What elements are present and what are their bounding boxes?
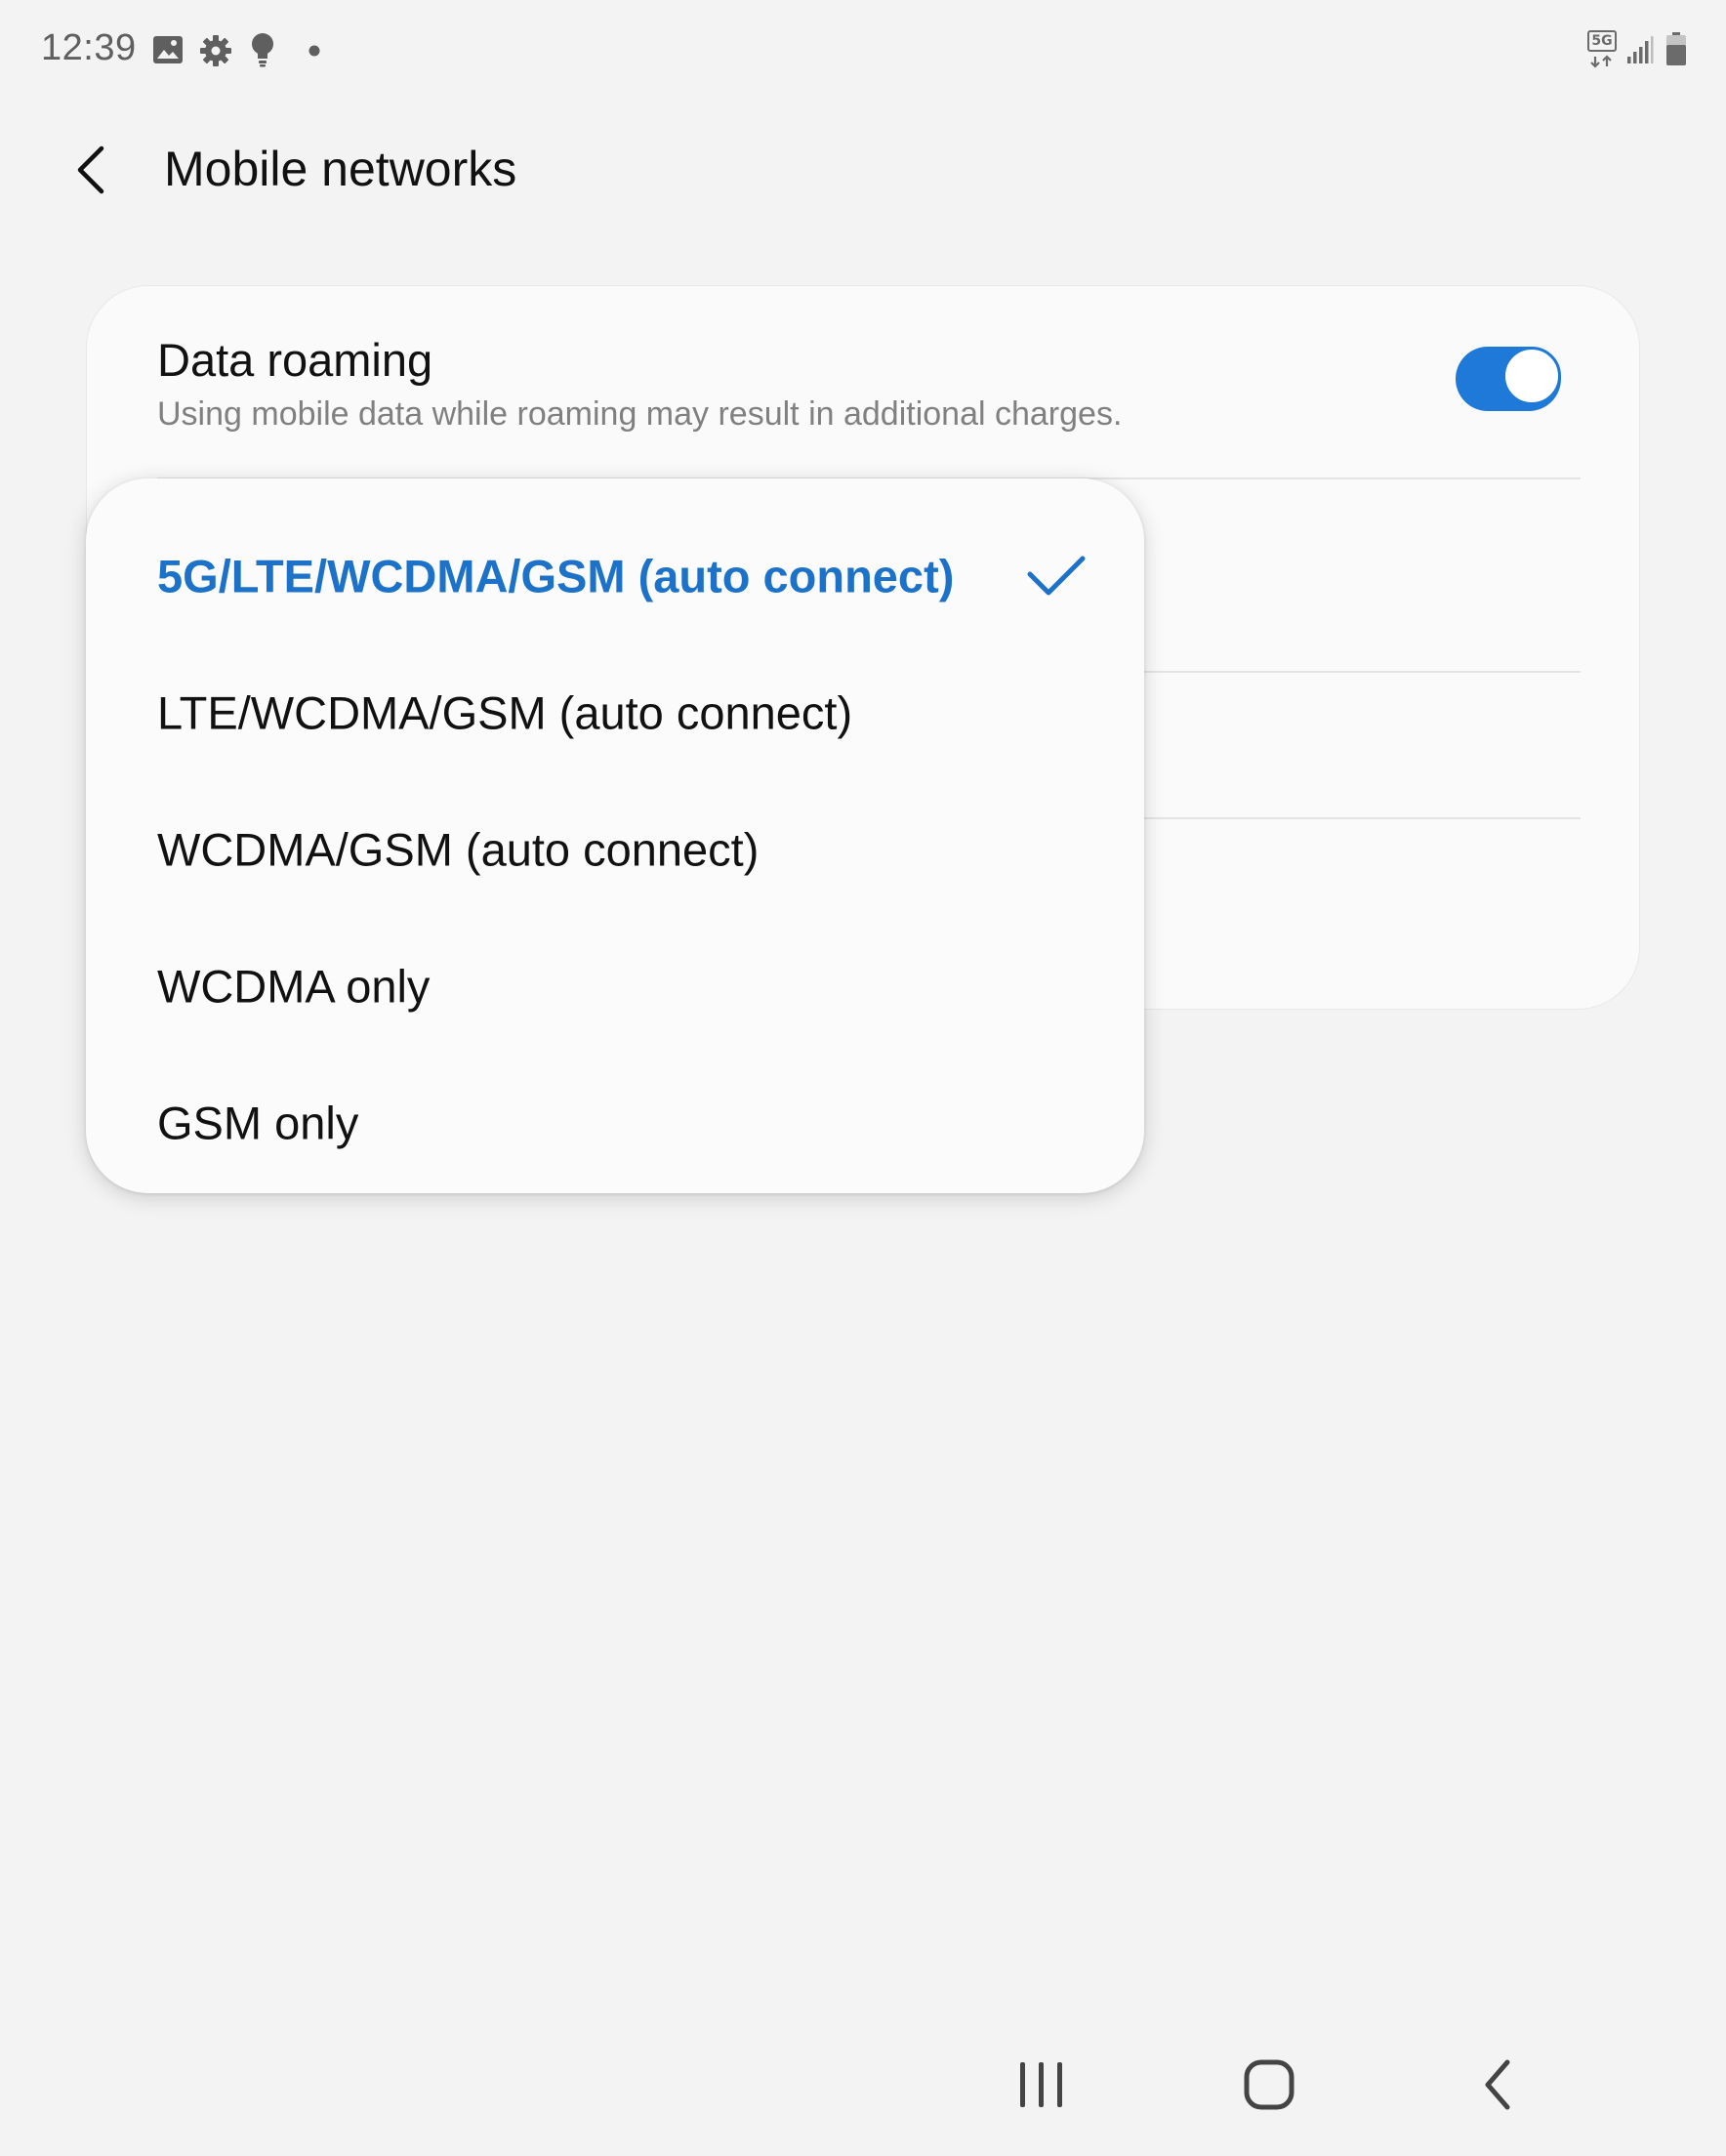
back-button[interactable] [68, 139, 117, 201]
toggle-knob [1502, 347, 1561, 405]
network-mode-option-wcdma-gsm[interactable]: WCDMA/GSM (auto connect) [86, 781, 1144, 918]
home-button[interactable] [1220, 2051, 1318, 2119]
recent-apps-icon [1020, 2062, 1062, 2107]
nav-back-button[interactable] [1449, 2051, 1546, 2119]
back-icon [1485, 2059, 1510, 2110]
back-arrow-icon [77, 145, 104, 194]
data-roaming-summary: Using mobile data while roaming may resu… [157, 395, 1123, 433]
network-mode-option-5g-lte-wcdma-gsm[interactable]: 5G/LTE/WCDMA/GSM (auto connect) [86, 508, 1144, 644]
option-label: 5G/LTE/WCDMA/GSM (auto connect) [157, 550, 955, 602]
option-label: LTE/WCDMA/GSM (auto connect) [157, 686, 853, 739]
option-label: GSM only [157, 1097, 359, 1149]
bulb-icon [252, 33, 273, 67]
home-icon [1244, 2059, 1294, 2110]
settings-gear-icon [200, 35, 231, 66]
gallery-icon [153, 36, 183, 63]
status-bar: 12:39 5G [0, 0, 1726, 102]
network-type-label: 5G [1591, 33, 1613, 49]
status-time: 12:39 [41, 27, 137, 68]
network-mode-option-gsm-only[interactable]: GSM only [86, 1055, 1144, 1191]
network-mode-option-wcdma-only[interactable]: WCDMA only [86, 918, 1144, 1055]
option-label: WCDMA/GSM (auto connect) [157, 823, 760, 876]
option-label: WCDMA only [157, 960, 431, 1013]
network-mode-option-lte-wcdma-gsm[interactable]: LTE/WCDMA/GSM (auto connect) [86, 644, 1144, 781]
data-roaming-row[interactable]: Data roaming Using mobile data while roa… [87, 286, 1639, 477]
page-title: Mobile networks [164, 142, 517, 196]
network-mode-popup: 5G/LTE/WCDMA/GSM (auto connect) LTE/WCDM… [86, 478, 1144, 1193]
notification-dot-icon [308, 45, 320, 57]
battery-icon [1666, 32, 1686, 65]
5g-data-icon: 5G [1587, 29, 1617, 68]
recent-apps-button[interactable] [992, 2051, 1089, 2119]
signal-icon [1627, 36, 1654, 63]
data-roaming-toggle[interactable] [1456, 347, 1561, 411]
checkmark-icon [1027, 556, 1086, 596]
data-roaming-title: Data roaming [157, 334, 433, 386]
